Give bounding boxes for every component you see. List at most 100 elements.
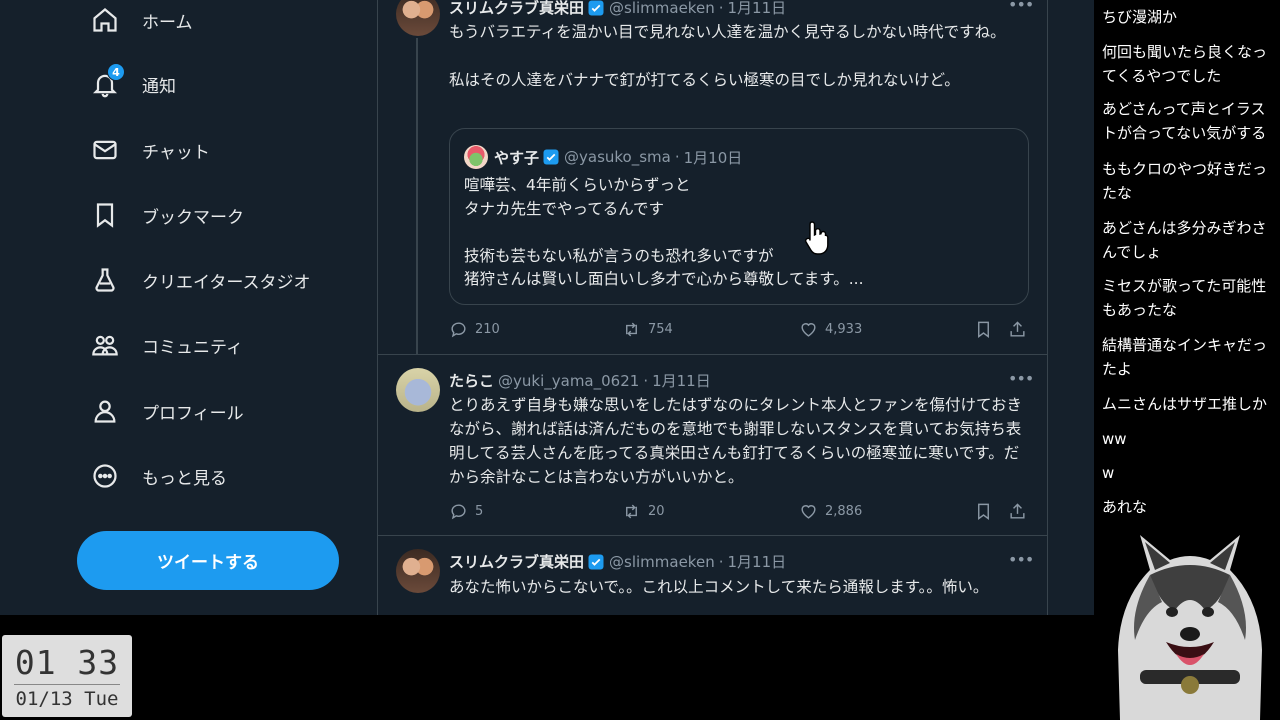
tweet-actions: 5 20 2,886 bbox=[449, 502, 1029, 524]
chat-message: ムニさんはサザエ推しか bbox=[1102, 395, 1268, 413]
user-handle[interactable]: @yuki_yama_0621 bbox=[498, 372, 639, 390]
chat-message: ちび漫湖か bbox=[1102, 8, 1178, 26]
chat-message: あれな bbox=[1102, 498, 1148, 516]
clock-time: 01 33 bbox=[14, 643, 120, 682]
more-circle-icon bbox=[88, 459, 122, 493]
display-name: やす子 bbox=[494, 148, 540, 167]
sidebar-item-community[interactable]: コミュニティ bbox=[88, 325, 243, 365]
tweet-date[interactable]: 1月11日 bbox=[727, 0, 786, 18]
chat-message: ももクロのやつ好きだったな bbox=[1102, 160, 1268, 202]
heart-icon bbox=[801, 323, 816, 337]
quoted-tweet-text: 喧嘩芸、4年前くらいからずっと タナカ先生でやってるんです 技術も芸もない私が言… bbox=[464, 176, 864, 288]
avatar bbox=[464, 145, 488, 169]
bookmark-icon bbox=[978, 321, 989, 339]
retweet-count: 754 bbox=[648, 322, 673, 337]
sidebar-item-profile[interactable]: プロフィール bbox=[88, 391, 244, 431]
tweet-header: スリムクラブ真栄田 @slimmaeken · 1月11日 bbox=[449, 0, 786, 18]
display-name[interactable]: スリムクラブ真栄田 bbox=[449, 0, 584, 18]
separator-dot: · bbox=[718, 552, 724, 571]
avatar[interactable] bbox=[396, 368, 440, 412]
tweet-text: もうバラエティを温かい目で見れない人達を温かく見守るしかない時代ですね。 私はそ… bbox=[449, 23, 1006, 89]
sidebar-item-label: プロフィール bbox=[142, 403, 244, 424]
chat-message: ww bbox=[1102, 430, 1127, 448]
share-button[interactable] bbox=[1008, 502, 1034, 521]
flask-icon bbox=[88, 263, 122, 297]
tweet-actions: 210 754 4,933 bbox=[449, 320, 1029, 342]
chat-message: 何回も聞いたら良くなってくるやつでした bbox=[1102, 43, 1268, 85]
retweet-button[interactable]: 20 bbox=[622, 502, 665, 521]
chat-message: 結構普通なインキャだったよ bbox=[1102, 336, 1268, 378]
sidebar-item-home[interactable]: ホーム bbox=[88, 0, 193, 40]
sidebar-item-chat[interactable]: チャット bbox=[88, 130, 210, 170]
user-handle[interactable]: @slimmaeken bbox=[609, 0, 715, 17]
reply-icon bbox=[451, 322, 466, 338]
divider bbox=[14, 684, 120, 685]
sidebar-item-creator-studio[interactable]: クリエイタースタジオ bbox=[88, 260, 310, 300]
like-count: 4,933 bbox=[825, 322, 863, 337]
bookmark-icon bbox=[88, 198, 122, 232]
clock-date: 01/13 Tue bbox=[15, 688, 119, 710]
sidebar-item-label: コミュニティ bbox=[142, 337, 243, 358]
envelope-icon bbox=[88, 133, 122, 167]
user-handle[interactable]: @slimmaeken bbox=[609, 553, 715, 571]
notification-badge: 4 bbox=[107, 63, 125, 81]
separator-dot: · bbox=[718, 0, 724, 17]
tweet-button[interactable]: ツイートする bbox=[77, 531, 339, 590]
tweet-header: たらこ @yuki_yama_0621 · 1月11日 bbox=[449, 370, 711, 391]
bookmark-button[interactable] bbox=[974, 320, 1000, 339]
thread-line bbox=[416, 38, 418, 355]
sidebar-item-more[interactable]: もっと見る bbox=[88, 456, 227, 496]
bookmark-button[interactable] bbox=[974, 502, 1000, 521]
tweet-date[interactable]: 1月11日 bbox=[652, 370, 711, 391]
sidebar: ホーム 4 通知 チャット ブックマーク クリエイタースタジオ コミュニティ プ… bbox=[0, 0, 378, 615]
tweet[interactable]: スリムクラブ真栄田 @slimmaeken · 1月11日 ••• あなた怖いか… bbox=[378, 537, 1047, 615]
separator-dot: · bbox=[674, 148, 680, 166]
quoted-tweet[interactable]: やす子 @yasuko_sma · 1月10日 喧嘩芸、4年前くらいからずっと … bbox=[449, 128, 1029, 305]
heart-icon bbox=[801, 505, 816, 519]
tweet-header: スリムクラブ真栄田 @slimmaeken · 1月11日 bbox=[449, 551, 786, 572]
like-count: 2,886 bbox=[825, 504, 863, 519]
tweet-date[interactable]: 1月11日 bbox=[727, 551, 786, 572]
user-handle: @yasuko_sma bbox=[564, 148, 671, 166]
tweet[interactable]: たらこ @yuki_yama_0621 · 1月11日 ••• とりあえず自身も… bbox=[378, 356, 1047, 536]
reply-button[interactable]: 210 bbox=[449, 320, 500, 339]
avatar[interactable] bbox=[396, 0, 440, 36]
tweet-text: あなた怖いからこないで。。これ以上コメントして来たら通報します。。怖い。 bbox=[449, 578, 989, 596]
sidebar-item-label: ホーム bbox=[142, 12, 193, 33]
tweet[interactable]: スリムクラブ真栄田 @slimmaeken · 1月11日 ••• もうバラエテ… bbox=[378, 0, 1047, 355]
sidebar-item-label: ブックマーク bbox=[142, 207, 244, 228]
display-name[interactable]: スリムクラブ真栄田 bbox=[449, 551, 584, 572]
avatar[interactable] bbox=[396, 549, 440, 593]
chat-message: w bbox=[1102, 464, 1115, 482]
verified-badge-icon bbox=[588, 554, 604, 569]
like-button[interactable]: 2,886 bbox=[799, 502, 862, 521]
retweet-count: 20 bbox=[648, 504, 665, 519]
person-icon bbox=[88, 394, 122, 428]
sidebar-item-notifications[interactable]: 4 通知 bbox=[88, 63, 176, 104]
home-icon bbox=[88, 3, 122, 37]
reply-icon bbox=[451, 504, 466, 520]
display-name[interactable]: たらこ bbox=[449, 370, 494, 391]
retweet-icon bbox=[626, 322, 637, 337]
sidebar-item-label: 通知 bbox=[142, 76, 176, 97]
bell-icon: 4 bbox=[88, 63, 125, 101]
quoted-tweet-header: やす子 @yasuko_sma · 1月10日 bbox=[464, 145, 742, 169]
sidebar-item-label: もっと見る bbox=[142, 468, 227, 489]
sidebar-item-bookmarks[interactable]: ブックマーク bbox=[88, 195, 244, 235]
verified-badge-icon bbox=[543, 149, 559, 165]
retweet-button[interactable]: 754 bbox=[622, 320, 673, 339]
browser-screen: ホーム 4 通知 チャット ブックマーク クリエイタースタジオ コミュニティ プ… bbox=[0, 0, 1094, 615]
chat-message: あどさんって声とイラストが合ってない気がする bbox=[1102, 100, 1267, 142]
people-icon bbox=[88, 328, 122, 362]
bookmark-icon bbox=[978, 503, 989, 521]
share-button[interactable] bbox=[1008, 320, 1034, 339]
tweet-date: 1月10日 bbox=[683, 148, 743, 167]
more-options-icon[interactable]: ••• bbox=[1008, 552, 1034, 573]
hand-cursor-icon bbox=[804, 221, 829, 255]
like-button[interactable]: 4,933 bbox=[799, 320, 862, 339]
clock-widget: 01 33 01/13 Tue bbox=[2, 635, 132, 717]
more-options-icon[interactable]: ••• bbox=[1008, 371, 1034, 392]
separator-dot: · bbox=[643, 371, 649, 390]
more-options-icon[interactable]: ••• bbox=[1008, 0, 1034, 18]
reply-button[interactable]: 5 bbox=[449, 502, 483, 521]
